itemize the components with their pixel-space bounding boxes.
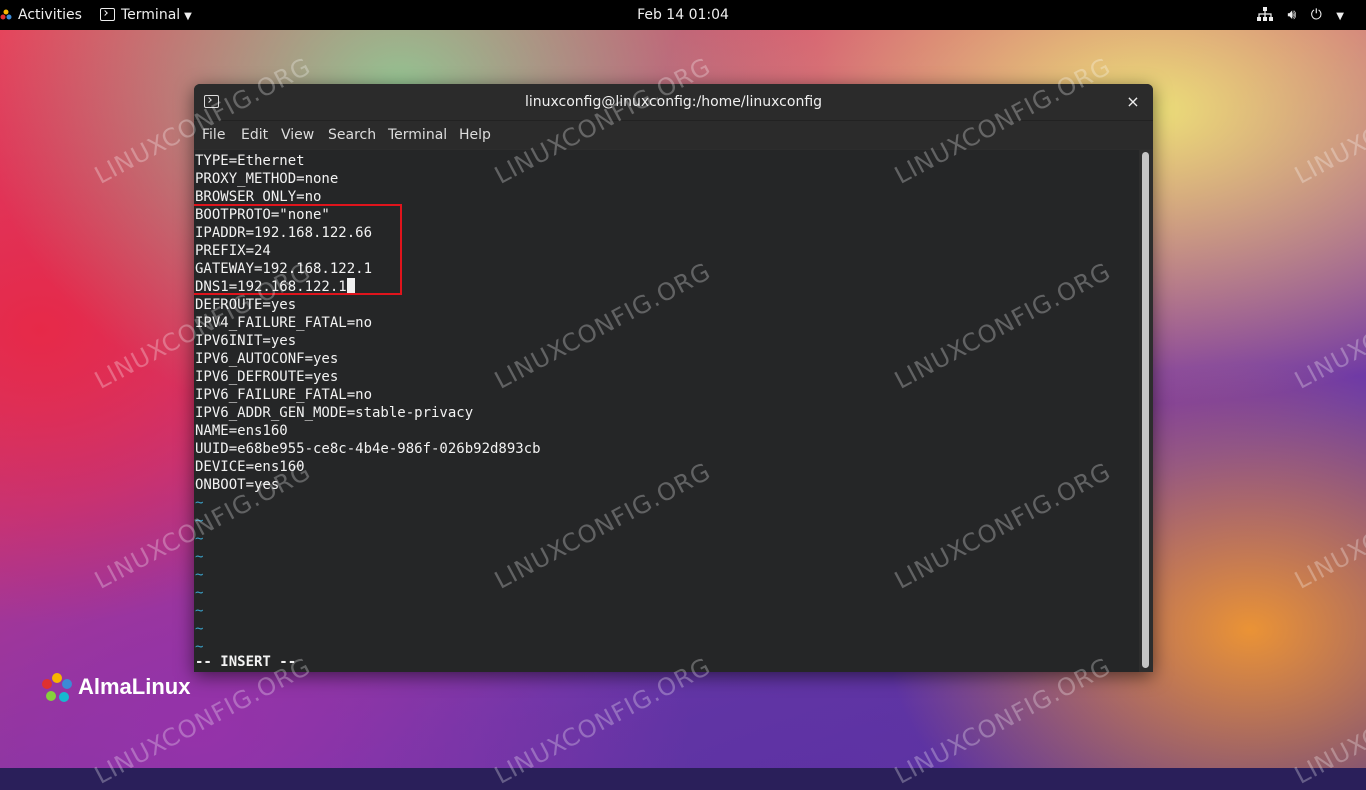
file-line: DEVICE=ens160 bbox=[195, 459, 305, 475]
file-line: IPV6_AUTOCONF=yes bbox=[195, 351, 339, 367]
menu-terminal[interactable]: Terminal bbox=[388, 121, 447, 149]
chevron-down-icon: ▼ bbox=[1336, 11, 1344, 22]
empty-line-tilde: ~ bbox=[195, 603, 204, 619]
file-line: IPV6_DEFROUTE=yes bbox=[195, 369, 339, 385]
close-button[interactable]: × bbox=[1123, 84, 1143, 120]
top-bar: Activities Terminal ▼ Feb 14 01:04 🔊︎ ⏻ ▼ bbox=[0, 0, 1366, 30]
file-line: NAME=ens160 bbox=[195, 423, 288, 439]
file-line: IPV6_FAILURE_FATAL=no bbox=[195, 387, 373, 403]
menu-file[interactable]: File bbox=[202, 121, 225, 149]
empty-line-tilde: ~ bbox=[195, 567, 204, 583]
empty-line-tilde: ~ bbox=[195, 513, 204, 529]
file-line: IPV4_FAILURE_FATAL=no bbox=[195, 315, 373, 331]
empty-line-tilde: ~ bbox=[195, 621, 204, 637]
file-line: IPV6INIT=yes bbox=[195, 333, 297, 349]
file-line: DEFROUTE=yes bbox=[195, 297, 297, 313]
system-status-menu[interactable]: 🔊︎ ⏻ ▼ bbox=[1257, 0, 1344, 30]
empty-line-tilde: ~ bbox=[195, 531, 204, 547]
file-line: TYPE=Ethernet bbox=[195, 153, 305, 169]
menu-help[interactable]: Help bbox=[459, 121, 491, 149]
power-icon: ⏻ bbox=[1310, 7, 1322, 23]
almalinux-logo: AlmaLinux bbox=[40, 672, 190, 708]
file-line: IPV6_ADDR_GEN_MODE=stable-privacy bbox=[195, 405, 474, 421]
highlight-box bbox=[194, 204, 402, 295]
vim-mode-indicator: -- INSERT -- bbox=[195, 654, 297, 670]
window-titlebar[interactable]: linuxconfig@linuxconfig:/home/linuxconfi… bbox=[194, 84, 1153, 121]
clock[interactable]: Feb 14 01:04 bbox=[0, 0, 1366, 30]
logo-text: AlmaLinux bbox=[78, 674, 191, 699]
scrollbar-thumb[interactable] bbox=[1142, 152, 1149, 668]
network-icon bbox=[1257, 7, 1274, 21]
empty-line-tilde: ~ bbox=[195, 585, 204, 601]
empty-line-tilde: ~ bbox=[195, 495, 204, 511]
file-line: ONBOOT=yes bbox=[195, 477, 280, 493]
volume-icon: 🔊︎ bbox=[1287, 7, 1297, 23]
scrollbar[interactable] bbox=[1139, 150, 1153, 672]
almalinux-logo-icon bbox=[42, 673, 72, 702]
menu-search[interactable]: Search bbox=[328, 121, 376, 149]
menu-edit[interactable]: Edit bbox=[241, 121, 268, 149]
file-line: UUID=e68be955-ce8c-4b4e-986f-026b92d893c… bbox=[195, 441, 541, 457]
terminal-content[interactable]: TYPE=Ethernet PROXY_METHOD=none BROWSER_ON… bbox=[194, 150, 1139, 672]
empty-line-tilde: ~ bbox=[195, 549, 204, 565]
file-line: PROXY_METHOD=none bbox=[195, 171, 339, 187]
window-title: linuxconfig@linuxconfig:/home/linuxconfi… bbox=[524, 94, 823, 110]
menu-bar: File Edit View Search Terminal Help bbox=[194, 121, 1153, 149]
menu-view[interactable]: View bbox=[281, 121, 314, 149]
terminal-window[interactable]: linuxconfig@linuxconfig:/home/linuxconfi… bbox=[194, 84, 1153, 672]
